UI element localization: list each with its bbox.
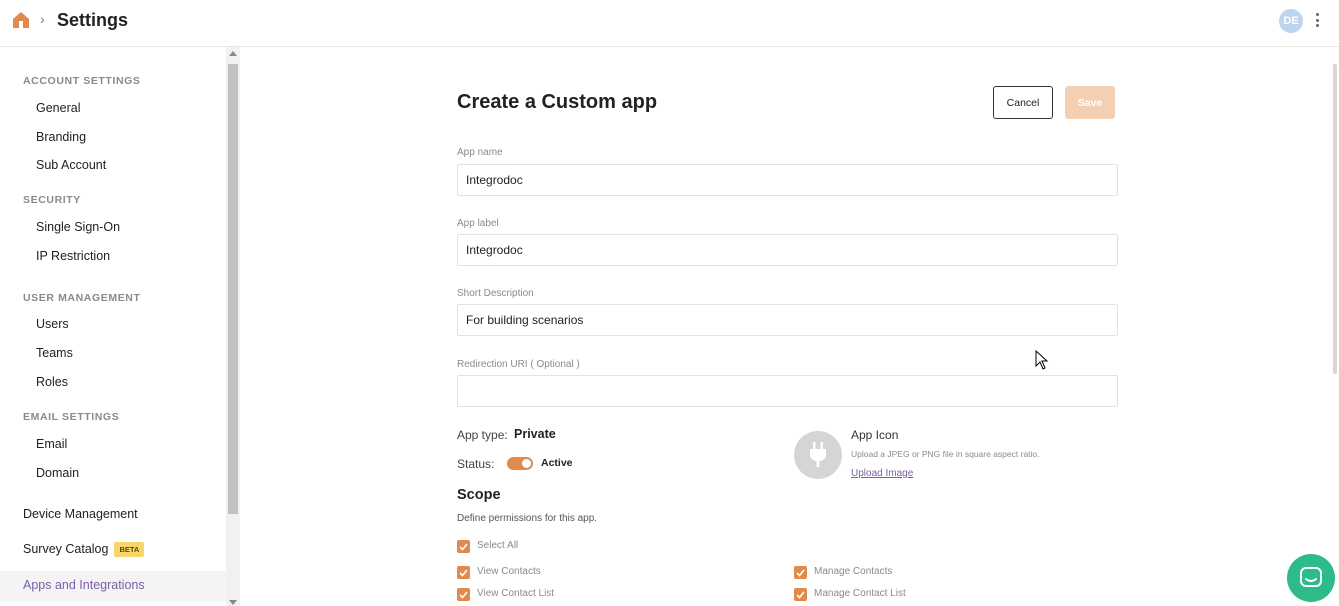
sidebar-item-users[interactable]: Users <box>36 317 69 331</box>
sidebar-item-apps-integrations[interactable]: Apps and Integrations <box>23 578 145 592</box>
sidebar-section-account-settings: ACCOUNT SETTINGS <box>23 75 141 87</box>
app-type-value: Private <box>514 427 556 441</box>
redirection-uri-input[interactable] <box>457 375 1118 407</box>
sidebar-item-sub-account[interactable]: Sub Account <box>36 158 106 172</box>
sidebar-item-ip-restriction[interactable]: IP Restriction <box>36 249 110 263</box>
sidebar-item-branding[interactable]: Branding <box>36 130 86 144</box>
view-contact-list-checkbox[interactable] <box>457 588 470 601</box>
home-icon[interactable] <box>12 11 30 29</box>
beta-badge: BETA <box>114 542 145 558</box>
sidebar-section-user-management: USER MANAGEMENT <box>23 292 141 304</box>
chat-icon <box>1300 567 1322 587</box>
view-contacts-label: View Contacts <box>477 566 541 577</box>
form-title: Create a Custom app <box>457 91 658 113</box>
app-name-label: App name <box>457 147 503 158</box>
scroll-up-icon[interactable] <box>229 51 237 56</box>
sidebar-scrollbar-thumb[interactable] <box>228 64 238 514</box>
select-all-label: Select All <box>477 540 519 551</box>
short-description-input[interactable] <box>457 304 1118 336</box>
page-title: Settings <box>57 10 129 30</box>
select-all-checkbox[interactable] <box>457 540 470 553</box>
top-bar: › Settings DE <box>0 0 1339 47</box>
save-button[interactable]: Save <box>1065 86 1115 119</box>
manage-contacts-label: Manage Contacts <box>814 566 893 577</box>
sidebar-section-security: SECURITY <box>23 194 81 206</box>
check-icon <box>459 542 468 551</box>
sidebar <box>0 47 226 606</box>
cancel-button[interactable]: Cancel <box>993 86 1053 119</box>
check-icon <box>459 590 468 599</box>
mouse-cursor-icon <box>1035 350 1049 370</box>
check-icon <box>796 590 805 599</box>
chevron-right-icon: › <box>40 11 45 27</box>
sidebar-item-label: Survey Catalog <box>23 542 109 556</box>
toggle-knob <box>522 459 531 468</box>
redirection-uri-label: Redirection URI ( Optional ) <box>457 359 580 370</box>
view-contact-list-label: View Contact List <box>477 588 555 599</box>
app-name-input[interactable] <box>457 164 1118 196</box>
kebab-menu-icon[interactable] <box>1312 11 1322 29</box>
chat-widget-button[interactable] <box>1287 554 1335 602</box>
main-scrollbar[interactable] <box>1333 64 1337 374</box>
app-label-label: App label <box>457 218 499 229</box>
scroll-down-icon[interactable] <box>229 600 237 605</box>
scope-title: Scope <box>457 487 501 503</box>
sidebar-item-roles[interactable]: Roles <box>36 375 68 389</box>
scope-subtitle: Define permissions for this app. <box>457 513 598 524</box>
manage-contact-list-checkbox[interactable] <box>794 588 807 601</box>
avatar[interactable]: DE <box>1279 9 1303 33</box>
sidebar-item-email[interactable]: Email <box>36 437 67 451</box>
status-value: Active <box>541 457 573 469</box>
status-label: Status: <box>457 457 495 471</box>
app-icon-help: Upload a JPEG or PNG file in square aspe… <box>851 449 1040 459</box>
sidebar-item-domain[interactable]: Domain <box>36 466 79 480</box>
check-icon <box>796 568 805 577</box>
check-icon <box>459 568 468 577</box>
status-toggle[interactable] <box>507 457 533 470</box>
sidebar-item-device-management[interactable]: Device Management <box>23 507 138 521</box>
sidebar-section-email-settings: EMAIL SETTINGS <box>23 411 120 423</box>
sidebar-item-single-sign-on[interactable]: Single Sign-On <box>36 220 120 234</box>
manage-contact-list-label: Manage Contact List <box>814 588 906 599</box>
sidebar-item-survey-catalog[interactable]: Survey Catalog BETA <box>23 542 145 558</box>
view-contacts-checkbox[interactable] <box>457 566 470 579</box>
sidebar-item-general[interactable]: General <box>36 101 80 115</box>
sidebar-item-teams[interactable]: Teams <box>36 346 73 360</box>
plug-icon <box>810 442 826 467</box>
app-type-label: App type: <box>457 428 508 442</box>
upload-image-link[interactable]: Upload Image <box>851 468 913 479</box>
short-description-label: Short Description <box>457 288 534 299</box>
app-icon-title: App Icon <box>851 428 899 442</box>
app-label-input[interactable] <box>457 234 1118 266</box>
manage-contacts-checkbox[interactable] <box>794 566 807 579</box>
app-icon-placeholder <box>794 431 842 479</box>
